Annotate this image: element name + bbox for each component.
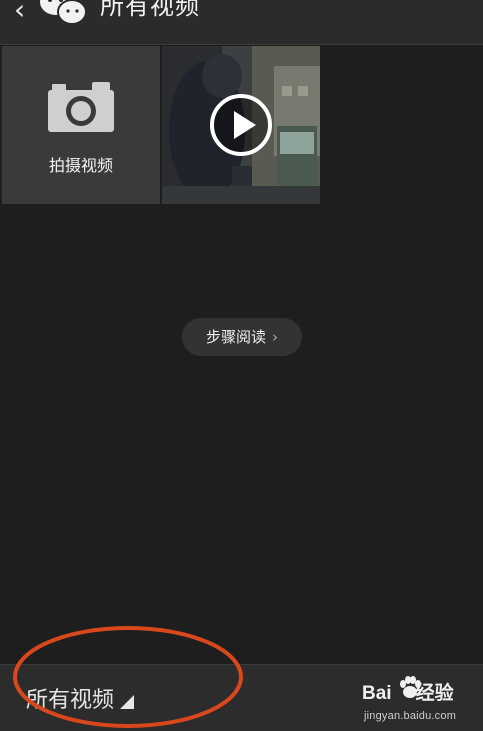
video-grid: 拍摄视频 xyxy=(2,46,322,204)
annotation-ellipse xyxy=(13,626,243,728)
back-button[interactable]: ‹ xyxy=(14,0,25,30)
capture-video-tile[interactable]: 拍摄视频 xyxy=(2,46,160,204)
page-title: 所有视频 xyxy=(100,0,200,20)
camera-icon xyxy=(48,82,114,132)
watermark-url: jingyan.baidu.com xyxy=(364,710,457,722)
top-navigation-bar: ‹ 所有视频 xyxy=(0,0,483,45)
chevron-right-icon: › xyxy=(272,328,278,346)
capture-video-label: 拍摄视频 xyxy=(48,156,113,175)
wechat-logo-icon xyxy=(40,0,87,25)
baidu-jingyan-watermark: Bai 经验 jingyan.baidu.com xyxy=(362,676,462,726)
step-reading-label: 步骤阅读 xyxy=(205,328,266,346)
play-icon xyxy=(210,94,272,156)
video-thumbnail[interactable] xyxy=(162,46,320,204)
baidu-paw-icon xyxy=(400,676,421,698)
step-reading-button[interactable]: 步骤阅读 › xyxy=(182,318,302,356)
